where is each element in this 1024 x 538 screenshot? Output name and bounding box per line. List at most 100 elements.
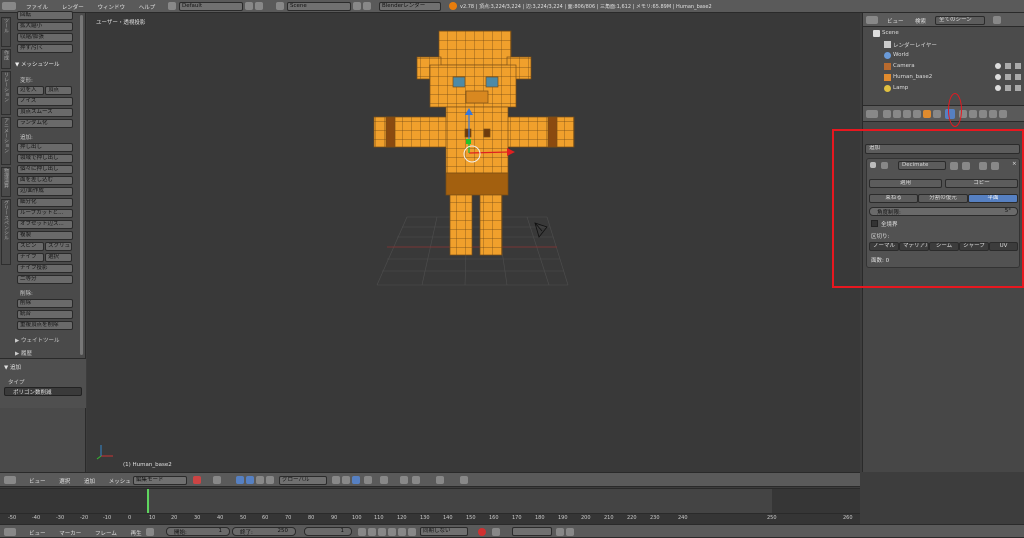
remove-scene-icon[interactable] <box>363 2 371 10</box>
keying-set-field[interactable] <box>512 527 552 536</box>
tool-spin[interactable]: スピン <box>17 242 44 251</box>
opengl-render-icon[interactable] <box>436 476 444 484</box>
constraints-tab-icon[interactable] <box>933 110 941 118</box>
editor-type-icon[interactable] <box>4 476 16 484</box>
tool-shrink-fatten[interactable]: 収縮/膨張 <box>17 33 73 42</box>
tool-scale[interactable]: 拡大縮小 <box>17 22 73 31</box>
outliner-filter[interactable]: 全てのシーン <box>935 16 985 25</box>
properties-editor-icon[interactable] <box>866 110 878 118</box>
operator-header[interactable]: ▼ 追加 <box>4 363 21 371</box>
preview-range-icon[interactable] <box>146 528 154 536</box>
tool-extrude-individual[interactable]: 個々に押し出し <box>17 165 73 174</box>
start-frame-field[interactable]: 開始: 1 <box>166 527 230 536</box>
scene-selector[interactable]: Scene <box>287 2 351 11</box>
tool-smooth-vertex[interactable]: 頂点スムーズ <box>17 108 73 117</box>
sync-mode-selector[interactable]: 同期しない <box>420 527 468 536</box>
restrict-select-icon[interactable] <box>1005 74 1011 80</box>
shading-icon[interactable] <box>193 476 201 484</box>
next-keyframe-icon[interactable] <box>398 528 406 536</box>
layout-icon[interactable] <box>168 2 176 10</box>
jump-end-icon[interactable] <box>408 528 416 536</box>
manipulator-toggle-icon[interactable] <box>236 476 244 484</box>
object-tab-icon[interactable] <box>923 110 931 118</box>
menu-select[interactable]: 選択 <box>59 479 70 485</box>
blender-info-icon[interactable] <box>2 2 16 10</box>
tab-grease-pencil[interactable]: グリースペンシル <box>1 199 11 265</box>
restrict-select-icon[interactable] <box>1005 63 1011 69</box>
tool-randomize[interactable]: ランダム化 <box>17 119 73 128</box>
outliner-item-render-layers[interactable]: レンダーレイヤー <box>893 41 937 49</box>
outliner-search-icon[interactable] <box>993 16 1001 24</box>
texture-tab-icon[interactable] <box>979 110 987 118</box>
tool-make-edge-face[interactable]: 辺/面作成 <box>17 187 73 196</box>
add-scene-icon[interactable] <box>353 2 361 10</box>
pivot-icon[interactable] <box>213 476 221 484</box>
tool-duplicate[interactable]: 複製 <box>17 231 73 240</box>
end-frame-field[interactable]: 終了: 250 <box>232 527 296 536</box>
render-tab-icon[interactable] <box>883 110 891 118</box>
timeline-menu-marker[interactable]: マーカー <box>59 531 81 537</box>
tool-push-pull[interactable]: 押す/引く <box>17 44 73 53</box>
restrict-render-icon[interactable] <box>1015 85 1021 91</box>
restrict-select-icon[interactable] <box>1005 85 1011 91</box>
tool-slide-edge[interactable]: 辺を入 <box>17 86 44 95</box>
outliner-menu-view[interactable]: ビュー <box>887 17 904 25</box>
mode-selector[interactable]: 編集モード <box>133 476 187 485</box>
add-layout-icon[interactable] <box>245 2 253 10</box>
menu-add[interactable]: 追加 <box>84 479 95 485</box>
menu-window[interactable]: ウィンドウ <box>98 5 126 11</box>
tool-bisect[interactable]: 二等分 <box>17 275 73 284</box>
outliner-menu-search[interactable]: 検索 <box>915 17 926 25</box>
delete-dropdown[interactable]: 削除 <box>17 299 73 308</box>
tab-tools[interactable]: ツール <box>1 17 11 47</box>
jump-start-icon[interactable] <box>358 528 366 536</box>
render-layers-tab-icon[interactable] <box>893 110 901 118</box>
timeline-editor-icon[interactable] <box>4 528 16 536</box>
tool-rotate[interactable]: 回転 <box>17 11 73 20</box>
weight-tools-header[interactable]: ▶ ウェイトツール <box>15 336 59 344</box>
tool-slide-vertex[interactable]: 頂点 <box>45 86 72 95</box>
tool-noise[interactable]: ノイズ <box>17 97 73 106</box>
snap-icon[interactable] <box>400 476 408 484</box>
scale-icon[interactable] <box>266 476 274 484</box>
proportional-edit-icon[interactable] <box>380 476 388 484</box>
edge-select-icon[interactable] <box>342 476 350 484</box>
dissolve-dropdown[interactable]: 統合 <box>17 310 73 319</box>
orientation-selector[interactable]: グローバル <box>279 476 327 485</box>
prev-keyframe-icon[interactable] <box>368 528 376 536</box>
tool-extrude-region[interactable]: 領域で押し出し <box>17 154 73 163</box>
tool-offset-edge[interactable]: オフセット辺ス... <box>17 220 73 229</box>
visibility-eye-icon[interactable] <box>995 85 1001 91</box>
opengl-anim-icon[interactable] <box>460 476 468 484</box>
tab-animation[interactable]: アニメーション <box>1 117 11 165</box>
play-icon[interactable] <box>388 528 396 536</box>
remove-layout-icon[interactable] <box>255 2 263 10</box>
mesh-tools-header[interactable]: ▼ メッシュツール <box>15 60 59 68</box>
outliner-item-world[interactable]: World <box>893 52 909 58</box>
play-reverse-icon[interactable] <box>378 528 386 536</box>
render-engine-selector[interactable]: Blenderレンダー <box>379 2 441 11</box>
remove-doubles-button[interactable]: 重複頂点を削除 <box>17 321 73 330</box>
restrict-render-icon[interactable] <box>1015 63 1021 69</box>
tool-subdivide[interactable]: 細分化 <box>17 198 73 207</box>
physics-tab-icon[interactable] <box>999 110 1007 118</box>
outliner-item-lamp[interactable]: Lamp <box>893 85 908 91</box>
tool-inset-faces[interactable]: 面を差し込む <box>17 176 73 185</box>
scene-icon[interactable] <box>276 2 284 10</box>
world-tab-icon[interactable] <box>913 110 921 118</box>
scene-tab-icon[interactable] <box>903 110 911 118</box>
tool-shelf-scrollbar[interactable] <box>80 15 83 355</box>
outliner-item-camera[interactable]: Camera <box>893 63 915 69</box>
translate-icon[interactable] <box>246 476 254 484</box>
limit-selection-icon[interactable] <box>364 476 372 484</box>
history-header[interactable]: ▶ 履歴 <box>15 349 32 357</box>
keying-set-icon[interactable] <box>492 528 500 536</box>
tool-knife-project[interactable]: ナイフ投影 <box>17 264 73 273</box>
visibility-eye-icon[interactable] <box>995 63 1001 69</box>
timeline-menu-playback[interactable]: 再生 <box>131 531 142 537</box>
insert-keyframe-icon[interactable] <box>556 528 564 536</box>
outliner-editor-icon[interactable] <box>866 16 878 24</box>
visibility-eye-icon[interactable] <box>995 74 1001 80</box>
tool-knife-select[interactable]: 選択 <box>45 253 72 262</box>
tab-create[interactable]: 作成 <box>1 49 11 69</box>
